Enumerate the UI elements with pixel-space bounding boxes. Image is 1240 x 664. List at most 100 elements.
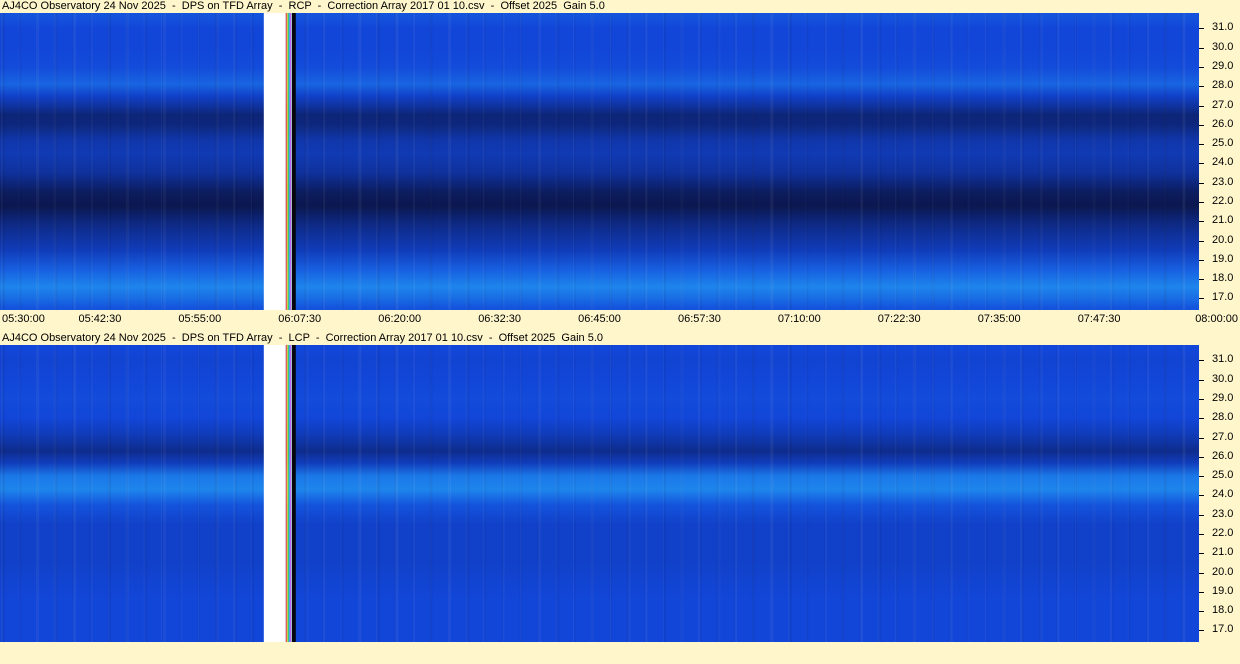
texture-streak [663,345,666,642]
texture-streak [574,13,576,310]
texture-streak [1021,13,1024,310]
y-tick [1199,611,1204,613]
texture-streak [56,13,57,310]
texture-streak [573,13,575,310]
texture-streak [1021,345,1024,642]
texture-streak [198,345,200,642]
gap-black-edge [291,345,296,642]
gap-edge-line [288,345,290,642]
y-tick [1199,456,1204,458]
y-tick-label: 17.0 [1212,623,1234,636]
texture-streak [431,345,432,642]
texture-streak [37,345,38,642]
y-tick-label: 31.0 [1212,353,1234,366]
gap-edge-line [288,13,290,310]
y-tick [1199,259,1204,261]
texture-streak [1003,345,1005,642]
texture-streak [144,13,148,310]
texture-streak [699,13,702,310]
texture-streak [395,13,399,310]
texture-streak [108,13,110,310]
x-tick-label: 06:45:00 [578,313,621,325]
texture-streak [0,13,1,310]
texture-streak [968,345,970,642]
texture-streak [19,345,22,642]
texture-streak [412,13,415,310]
y-tick-label: 19.0 [1212,252,1234,265]
gap-edge-line [285,13,287,310]
texture-streak [323,345,326,642]
texture-streak [91,13,93,310]
y-tick-label: 19.0 [1212,584,1234,597]
texture-streak [161,13,163,310]
rcp-panel-title: AJ4CO Observatory 24 Nov 2025 - DPS on T… [2,0,605,12]
texture-streak [1182,13,1186,310]
texture-streak [1057,13,1060,310]
gap-edge-line [289,345,291,642]
texture-streak [198,13,200,310]
texture-streak [824,13,825,310]
texture-streak [806,13,807,310]
y-tick [1199,298,1204,300]
texture-streak [181,13,183,310]
texture-streak [466,13,470,310]
texture-streak [91,345,93,642]
texture-streak [735,13,738,310]
texture-streak [216,13,218,310]
texture-streak [1093,345,1095,642]
rcp-frequency-axis: 31.0 30.0 29.0 28.0 27.0 26.0 25.0 24.0 23.0 22.0… [1199,13,1240,310]
texture-streak [985,345,987,642]
texture-streak [771,13,772,310]
texture-streak [966,13,968,310]
texture-streak [251,13,254,310]
texture-streak [628,345,631,642]
texture-streak [501,345,503,642]
texture-streak [896,345,898,642]
texture-streak [483,345,485,642]
x-tick-label: 05:42:30 [78,313,122,325]
texture-streak [126,13,128,310]
texture-streak [466,345,470,642]
y-tick [1199,163,1204,165]
y-tick [1199,182,1204,184]
texture-streak [968,13,970,310]
texture-streak [449,13,450,310]
texture-streak [1056,345,1058,642]
x-tick-label: 07:35:00 [977,313,1021,325]
texture-streak [610,13,612,310]
y-tick-label: 26.0 [1212,117,1234,130]
y-tick-label: 31.0 [1212,21,1234,34]
texture-streak [1,13,5,310]
y-tick [1199,418,1204,420]
texture-streak [484,13,486,310]
texture-streak [412,13,413,310]
texture-streak [949,13,953,310]
texture-streak [1146,13,1147,310]
texture-streak [966,345,968,642]
texture-streak [322,13,323,310]
y-tick-label: 28.0 [1212,79,1234,92]
texture-streak [126,345,128,642]
y-tick [1199,553,1204,555]
texture-streak [1111,13,1114,310]
texture-streak [1147,13,1150,310]
y-tick [1199,86,1204,88]
y-tick [1199,399,1204,400]
y-tick-label: 26.0 [1212,449,1234,462]
texture-streak [734,13,735,310]
time-axis: 05:30:00 05:42:30 05:55:00 06:07:30 06:20:00… [0,310,1240,328]
lcp-panel-title: AJ4CO Observatory 24 Nov 2025 - DPS on T… [2,332,603,344]
rcp-spectrogram [0,13,1199,310]
data-gap [263,345,286,642]
texture-streak [162,13,166,310]
texture-streak [306,13,309,310]
texture-streak [341,13,342,310]
texture-streak [644,345,646,642]
y-tick-label: 27.0 [1212,98,1234,111]
texture-streak [306,345,309,642]
y-tick [1199,202,1204,203]
y-tick [1199,105,1204,107]
y-tick-label: 18.0 [1212,604,1234,617]
texture-streak [323,13,326,310]
texture-streak [681,13,683,310]
